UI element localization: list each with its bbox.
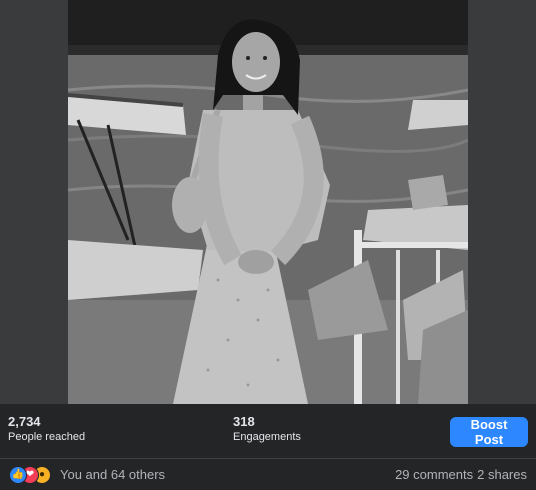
engagements-stat[interactable]: 318 Engagements xyxy=(233,414,301,445)
post-photo[interactable] xyxy=(68,0,468,404)
like-icon: 👍 xyxy=(9,466,27,484)
people-reached-stat[interactable]: 2,734 People reached xyxy=(8,414,85,445)
engagement-counts: 29 comments 2 shares xyxy=(395,467,527,482)
reactions-bar: 👍 ❤ ● You and 64 others 29 comments 2 sh… xyxy=(0,459,536,490)
people-reached-value: 2,734 xyxy=(8,414,41,429)
comments-count[interactable]: 29 comments xyxy=(395,467,473,482)
engagements-value: 318 xyxy=(233,414,255,429)
engagements-label: Engagements xyxy=(233,431,301,443)
facebook-post: 2,734 People reached 318 Engagements Boo… xyxy=(0,0,536,490)
post-insights-bar: 2,734 People reached 318 Engagements Boo… xyxy=(0,404,536,459)
photo-frame xyxy=(0,0,536,404)
shares-count[interactable]: 2 shares xyxy=(477,467,527,482)
reactions-summary[interactable]: You and 64 others xyxy=(60,467,165,482)
boost-post-button[interactable]: Boost Post xyxy=(450,417,528,447)
people-reached-label: People reached xyxy=(8,431,86,443)
reaction-icons[interactable]: 👍 ❤ ● xyxy=(9,466,55,484)
